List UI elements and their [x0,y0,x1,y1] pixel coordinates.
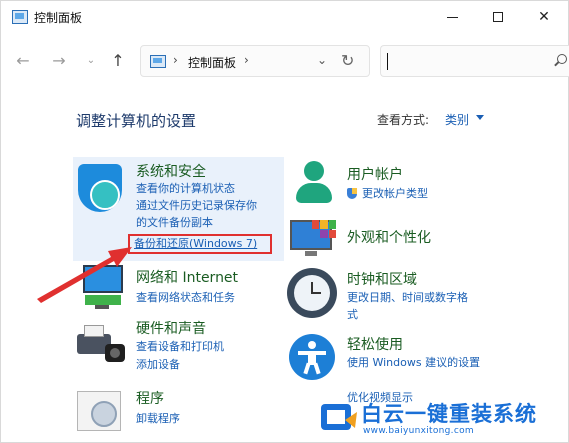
shield-icon[interactable] [78,164,122,212]
user-head [304,161,324,181]
link-devices-printers[interactable]: 查看设备和打印机 [136,338,224,355]
close-button[interactable]: ✕ [521,1,567,33]
page-title: 调整计算机的设置 [76,112,197,130]
category-appearance[interactable]: 外观和个性化 [347,227,431,247]
link-view-computer-status[interactable]: 查看你的计算机状态 [136,180,235,197]
control-panel-window: 控制面板 ✕ ← → ⌄ ↑ › 控制面板 › ⌄ ↻ 调整计算机的设置 查看方… [0,0,569,443]
link-file-history-cont[interactable]: 的文件备份副本 [136,214,213,231]
breadcrumb-separator-icon[interactable]: › [244,53,249,67]
text-caret [387,53,388,70]
printer-icon[interactable] [77,322,127,364]
chevron-down-icon: ⌄ [86,54,96,66]
user-accounts-icon[interactable] [294,161,334,207]
window-title: 控制面板 [34,11,83,25]
refresh-icon[interactable]: ↻ [341,51,354,70]
view-by-label: 查看方式: [377,113,430,127]
category-network[interactable]: 网络和 Internet [136,267,238,287]
maximize-button[interactable] [475,1,521,33]
minimize-button[interactable] [429,1,475,33]
search-input[interactable] [380,45,569,77]
forward-button[interactable]: → [48,48,70,72]
title-bar: 控制面板 ✕ [1,1,569,35]
breadcrumb-control-panel[interactable]: 控制面板 [188,54,236,71]
link-file-history[interactable]: 通过文件历史记录保存你 [136,197,257,214]
annotation-arrow-icon [37,247,132,303]
breadcrumb-separator-icon[interactable]: › [173,53,178,67]
clock-minute-hand [311,292,321,294]
close-icon: ✕ [538,9,550,25]
control-panel-icon [150,55,166,68]
programs-icon[interactable] [77,389,125,437]
view-by-dropdown[interactable]: 类别 [445,111,469,128]
user-body [296,183,332,203]
monitor-stand [305,251,317,256]
watermark-logo-icon [321,404,357,430]
back-button[interactable]: ← [12,48,34,72]
appearance-icon[interactable] [290,220,336,258]
category-hardware-sound[interactable]: 硬件和声音 [136,318,206,338]
link-windows-suggest-settings[interactable]: 使用 Windows 建议的设置 [347,354,480,371]
category-clock-region[interactable]: 时钟和区域 [347,269,417,289]
up-button[interactable]: ↑ [107,48,129,72]
link-network-status[interactable]: 查看网络状态和任务 [136,289,235,306]
clock-icon[interactable] [287,268,337,318]
link-change-account-type[interactable]: 更改帐户类型 [362,185,428,202]
color-tiles [312,220,336,238]
minimize-icon [446,16,458,18]
address-bar[interactable]: › 控制面板 › ⌄ ↻ [140,45,370,77]
camera-icon [105,344,125,362]
link-change-date-format[interactable]: 更改日期、时间或数字格 [347,289,468,306]
arrow-left-icon: ← [16,50,30,70]
maximize-icon [493,12,503,22]
control-panel-icon [12,10,28,24]
printer-paper [84,325,104,337]
recent-locations-button[interactable]: ⌄ [80,48,102,72]
accessibility-icon[interactable] [289,334,335,380]
link-uninstall-program[interactable]: 卸载程序 [136,410,180,427]
arrow-right-icon: → [52,50,66,70]
watermark: 白云一键重装系统 www.baiyunxitong.com [319,398,569,443]
category-system-security[interactable]: 系统和安全 [136,161,206,181]
link-add-device[interactable]: 添加设备 [136,356,180,373]
category-ease-of-access[interactable]: 轻松使用 [347,334,403,354]
search-icon[interactable] [557,54,567,64]
disc-icon [91,401,117,427]
watermark-url: www.baiyunxitong.com [363,426,474,436]
arrow-up-icon: ↑ [111,50,125,70]
highlight-box [128,234,272,254]
uac-shield-icon [347,188,357,199]
category-programs[interactable]: 程序 [136,388,164,408]
link-change-date-format-cont[interactable]: 式 [347,306,358,323]
category-user-accounts[interactable]: 用户帐户 [347,164,403,184]
dropdown-arrow-icon[interactable] [476,115,484,120]
address-dropdown-icon[interactable]: ⌄ [317,53,327,67]
watermark-title: 白云一键重装系统 [361,402,537,426]
